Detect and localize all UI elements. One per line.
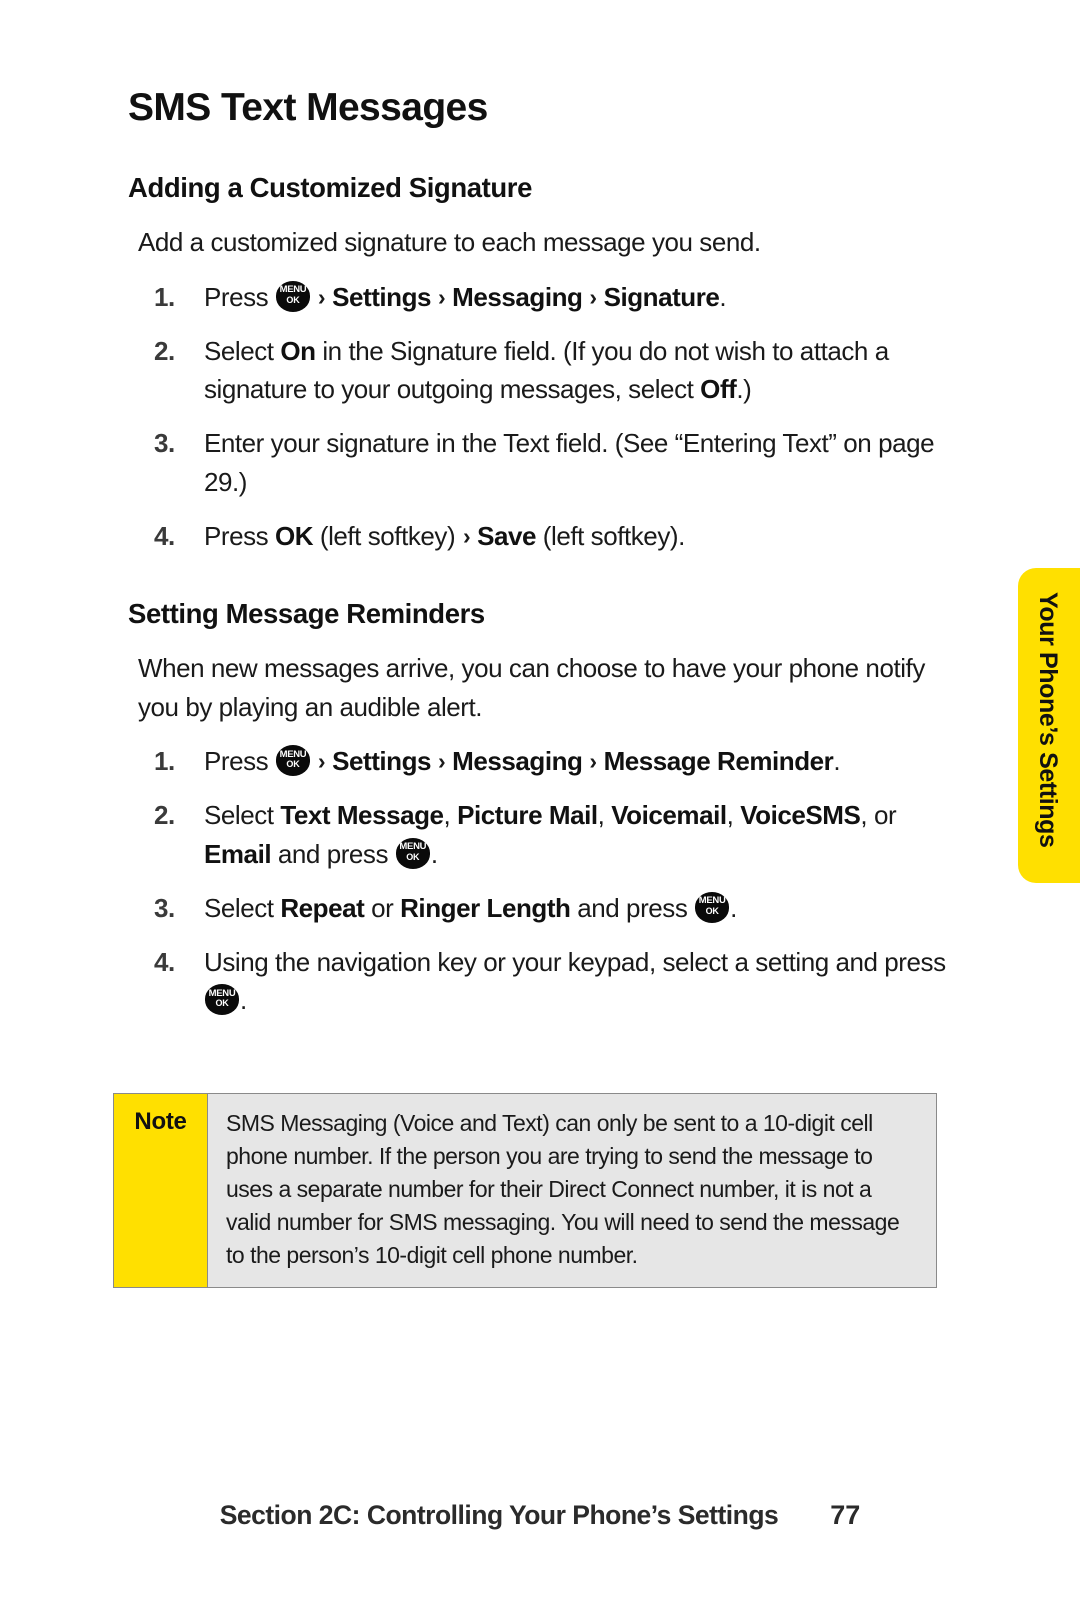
- chevron-separator-icon: ›: [432, 283, 452, 310]
- step-emphasis: Picture Mail: [457, 800, 598, 831]
- step-item: 4. Using the navigation key or your keypa…: [128, 943, 946, 1019]
- steps-list-reminders: 1. Press MENU OK › Settings › Messaging › …: [128, 742, 946, 1019]
- note-body-text: SMS Messaging (Voice and Text) can only …: [226, 1110, 900, 1268]
- step-number: 2.: [154, 335, 175, 366]
- footer-page-number: 77: [830, 1500, 861, 1530]
- step-number: 3.: [154, 428, 175, 459]
- step-number: 3.: [154, 892, 175, 923]
- step-emphasis: Settings: [332, 281, 432, 312]
- chevron-separator-icon: ›: [583, 283, 603, 310]
- step-emphasis: Text Message: [280, 800, 444, 831]
- manual-page: SMS Text Messages Adding a Customized Si…: [0, 0, 1080, 1620]
- menu-key-bottom-label: OK: [286, 294, 300, 305]
- step-number: 1.: [154, 746, 175, 777]
- step-emphasis: Voicemail: [611, 800, 727, 831]
- step-item: 1. Press MENU OK › Settings › Messaging › …: [128, 278, 946, 316]
- step-item: 2. Select On in the Signature field. (If …: [128, 332, 946, 408]
- note-box: Note SMS Messaging (Voice and Text) can …: [113, 1093, 937, 1289]
- menu-ok-key-icon: MENU OK: [205, 984, 239, 1016]
- section-heading: Setting Message Reminders: [128, 597, 485, 629]
- section-intro-text: When new messages arrive, you can choose…: [138, 653, 925, 722]
- menu-key-top-label: MENU: [698, 895, 726, 907]
- step-emphasis: Off: [700, 374, 737, 405]
- chevron-separator-icon: ›: [311, 748, 332, 775]
- page-title: SMS Text Messages: [128, 86, 488, 129]
- menu-ok-key-icon: MENU OK: [275, 280, 310, 312]
- menu-key-bottom-label: OK: [406, 851, 420, 862]
- page-content: SMS Text Messages Adding a Customized Si…: [128, 86, 946, 1035]
- step-item: 3. Select Repeat or Ringer Length and pre…: [128, 889, 946, 927]
- step-emphasis: Signature: [603, 281, 720, 312]
- side-tab-label: Your Phone’s Settings: [1034, 592, 1062, 848]
- step-item: 3. Enter your signature in the Text field…: [128, 424, 946, 500]
- step-emphasis: Ringer Length: [400, 892, 571, 923]
- chevron-separator-icon: ›: [462, 522, 477, 549]
- section-intro-text: Add a customized signature to each messa…: [138, 227, 761, 258]
- step-emphasis: Messaging: [452, 281, 583, 312]
- menu-key-top-label: MENU: [279, 284, 307, 296]
- menu-key-top-label: MENU: [208, 987, 236, 999]
- footer-section-text: Section 2C: Controlling Your Phone’s Set…: [219, 1500, 779, 1530]
- step-emphasis: Messaging: [452, 746, 583, 777]
- step-number: 1.: [154, 281, 175, 312]
- step-emphasis: On: [280, 335, 316, 366]
- step-number: 2.: [154, 800, 175, 831]
- step-emphasis: VoiceSMS: [740, 800, 861, 831]
- step-item: 1. Press MENU OK › Settings › Messaging › …: [128, 742, 946, 780]
- step-emphasis: OK: [274, 520, 314, 551]
- chevron-separator-icon: ›: [432, 748, 452, 775]
- menu-ok-key-icon: MENU OK: [695, 891, 730, 923]
- step-emphasis: Message Reminder: [603, 746, 834, 777]
- step-item: 2. Select Text Message, Picture Mail, Voi…: [128, 796, 946, 872]
- menu-ok-key-icon: MENU OK: [275, 745, 310, 777]
- chevron-separator-icon: ›: [311, 283, 332, 310]
- menu-key-top-label: MENU: [399, 841, 427, 853]
- step-emphasis: Save: [477, 520, 537, 551]
- step-emphasis: Repeat: [280, 892, 365, 923]
- section-setting-message-reminders: Setting Message Reminders When new messa…: [128, 597, 946, 1020]
- step-item: 4. Press OK (left softkey) › Save (left s…: [128, 517, 946, 555]
- page-footer: Section 2C: Controlling Your Phone’s Set…: [0, 1500, 1080, 1531]
- menu-ok-key-icon: MENU OK: [395, 837, 430, 869]
- step-number: 4.: [154, 947, 175, 978]
- step-number: 4.: [154, 520, 175, 551]
- chevron-separator-icon: ›: [583, 748, 603, 775]
- side-tab-your-phones-settings: Your Phone’s Settings: [1018, 568, 1080, 883]
- step-emphasis: Email: [204, 838, 272, 869]
- menu-key-bottom-label: OK: [705, 905, 719, 916]
- menu-key-bottom-label: OK: [286, 759, 300, 770]
- step-emphasis: Settings: [332, 746, 432, 777]
- menu-key-bottom-label: OK: [215, 998, 229, 1009]
- section-heading: Adding a Customized Signature: [128, 171, 532, 203]
- note-label-cell: Note: [114, 1094, 208, 1288]
- steps-list-signature: 1. Press MENU OK › Settings › Messaging › …: [128, 278, 946, 555]
- note-label: Note: [134, 1108, 187, 1135]
- section-adding-a-customized-signature: Adding a Customized Signature Add a cust…: [128, 171, 946, 555]
- menu-key-top-label: MENU: [279, 748, 307, 760]
